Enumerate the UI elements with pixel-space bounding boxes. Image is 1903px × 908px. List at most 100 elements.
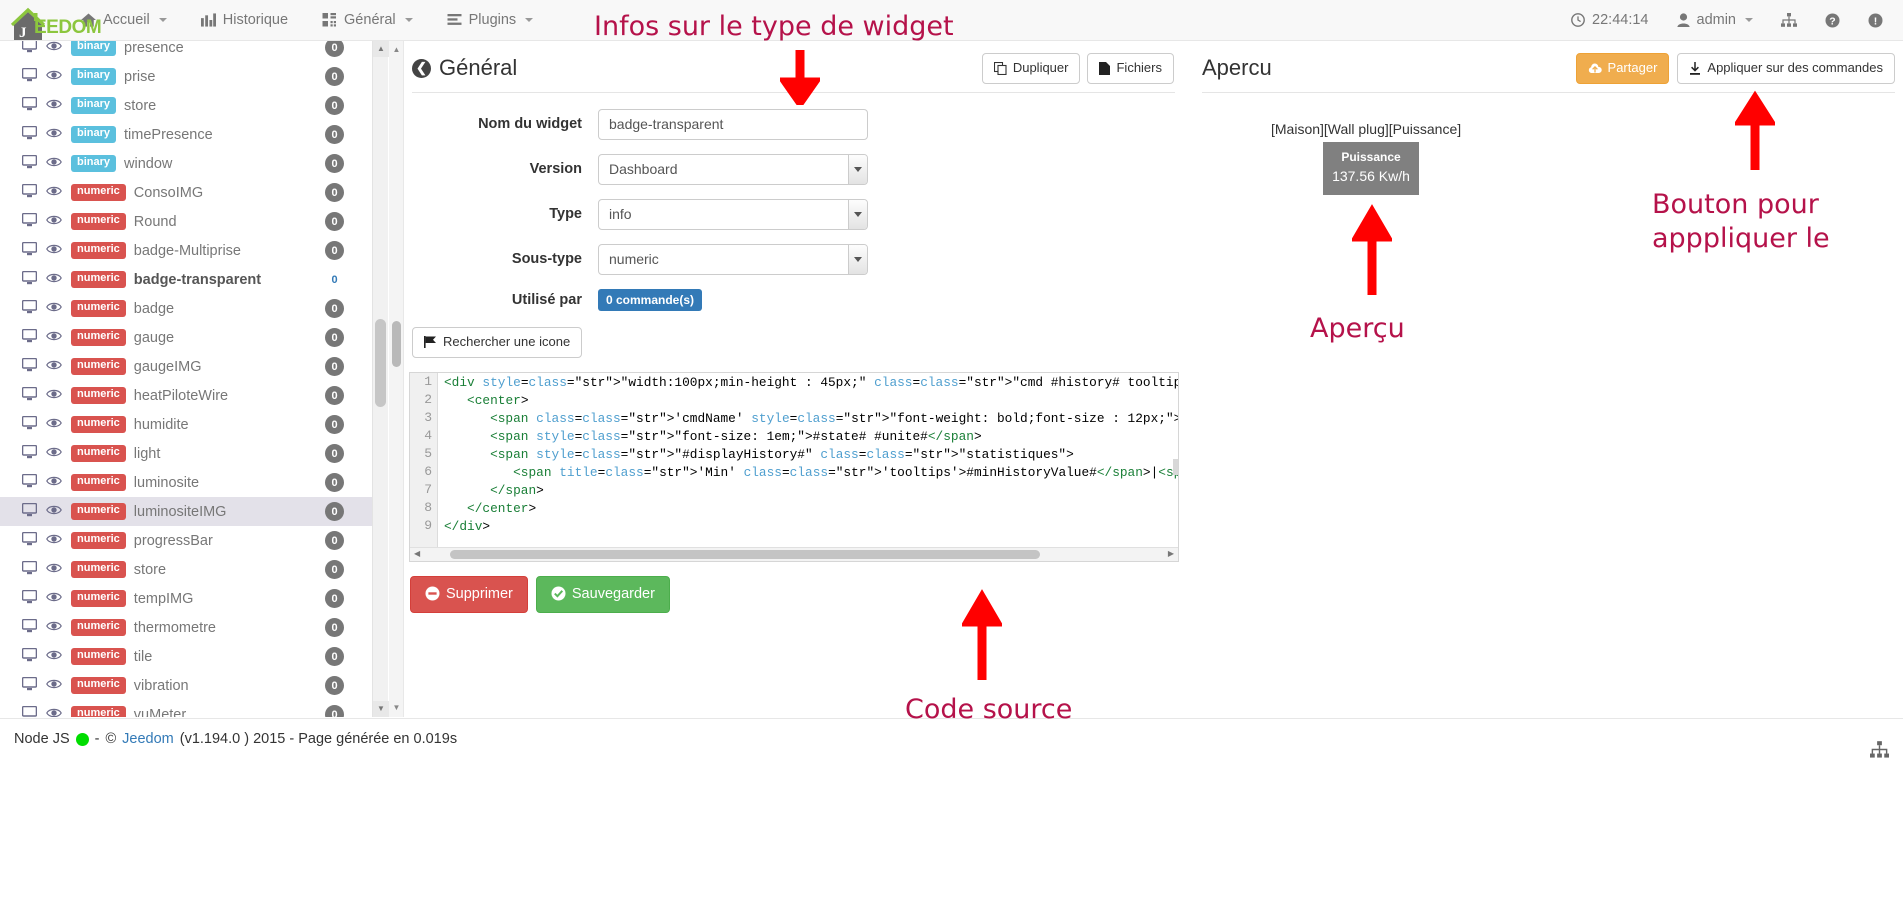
eye-icon[interactable] [46,620,62,636]
eye-icon[interactable] [46,504,62,520]
user-name: admin [1696,12,1737,28]
chevron-down-icon[interactable] [848,244,867,274]
widget-list-item[interactable]: numeric progressBar 0 [0,526,372,555]
info-button[interactable]: ! [1854,0,1897,41]
center-scroll-thumb[interactable] [392,321,401,367]
widget-list-item[interactable]: numeric humidite 0 [0,410,372,439]
widget-list-item[interactable]: binary presence 0 [0,41,372,62]
eye-icon[interactable] [46,330,62,346]
widget-name-input[interactable] [598,108,868,140]
editor-scroll-thumb[interactable] [450,549,1040,559]
version-select[interactable] [598,153,868,185]
widget-list-item[interactable]: numeric gauge 0 [0,323,372,352]
eye-icon[interactable] [46,214,62,230]
scroll-down-icon[interactable]: ▼ [373,701,389,717]
sitemap-button[interactable] [1767,0,1811,41]
scroll-left-icon[interactable]: ◀ [414,549,420,558]
preview-widget-value: 137.56 Kw/h [1332,167,1410,184]
arrow-circle-left-icon[interactable]: ❮ [412,58,431,78]
user-menu[interactable]: admin [1663,0,1768,41]
widget-list-item[interactable]: binary store 0 [0,91,372,120]
scroll-right-icon[interactable]: ▶ [1168,549,1174,558]
eye-icon[interactable] [46,649,62,665]
eye-icon[interactable] [46,417,62,433]
files-button[interactable]: Fichiers [1087,53,1174,84]
save-button[interactable]: Sauvegarder [535,575,670,613]
preview-widget[interactable]: Puissance 137.56 Kw/h [1323,141,1419,195]
search-icon-button[interactable]: Rechercher une icone [412,326,583,358]
eye-icon[interactable] [46,127,62,143]
nav-item-historique[interactable]: Historique [184,0,305,41]
subtype-select-value[interactable] [598,243,868,275]
eye-icon[interactable] [46,591,62,607]
nav-item-general[interactable]: Général [305,0,430,41]
widget-list-item[interactable]: numeric vibration 0 [0,671,372,700]
widget-list-item[interactable]: numeric store 0 [0,555,372,584]
eye-icon[interactable] [46,69,62,85]
eye-icon[interactable] [46,301,62,317]
widget-list-item[interactable]: numeric badge-Multiprise 0 [0,236,372,265]
eye-icon[interactable] [46,359,62,375]
widget-list-item[interactable]: numeric luminosite 0 [0,468,372,497]
editor-horizontal-scrollbar[interactable]: ◀ ▶ [410,546,1178,561]
eye-icon[interactable] [46,98,62,114]
center-scrollbar[interactable]: ▲ ▼ [389,41,404,717]
jeedom-link[interactable]: Jeedom [122,731,174,747]
eye-icon[interactable] [46,475,62,491]
eye-icon[interactable] [46,185,62,201]
type-select[interactable] [598,198,868,230]
delete-button[interactable]: Supprimer [410,575,528,613]
eye-icon[interactable] [46,707,62,718]
widget-list-item[interactable]: numeric light 0 [0,439,372,468]
widget-list-sidebar[interactable]: binary presence 0 binary prise 0 binary store 0 b… [0,41,388,717]
panel-header: ❮ Général Dupliquer Fichiers [404,41,1189,90]
widget-list-item[interactable]: numeric Round 0 [0,207,372,236]
eye-icon[interactable] [46,156,62,172]
duplicate-button[interactable]: Dupliquer [981,53,1081,84]
widget-list-item[interactable]: numeric ConsoIMG 0 [0,178,372,207]
widget-list-item[interactable]: numeric badge 0 [0,294,372,323]
widget-list-item[interactable]: binary prise 0 [0,62,372,91]
help-button[interactable]: ? [1811,0,1854,41]
status-indicator-icon [75,732,89,746]
widget-list-item[interactable]: numeric luminositeIMG 0 [0,497,372,526]
widget-list-item[interactable]: binary window 0 [0,149,372,178]
type-select-value[interactable] [598,198,868,230]
widget-list-item[interactable]: numeric badge-transparent 0 [0,265,372,294]
subtype-select[interactable] [598,243,868,275]
scroll-up-icon[interactable]: ▲ [389,43,404,57]
chevron-down-icon[interactable] [848,199,867,229]
sidebar-scroll-thumb[interactable] [375,319,386,407]
widget-list-item[interactable]: numeric thermometre 0 [0,613,372,642]
eye-icon[interactable] [46,272,62,288]
eye-icon[interactable] [46,446,62,462]
widget-list-item[interactable]: numeric tempIMG 0 [0,584,372,613]
version-select-value[interactable] [598,153,868,185]
editor-resize-handle[interactable] [1173,458,1178,475]
scroll-down-icon[interactable]: ▼ [389,701,404,715]
widget-list-item[interactable]: numeric vuMeter 0 [0,700,372,717]
widget-list-item[interactable]: numeric heatPiloteWire 0 [0,381,372,410]
jeedom-brand-logo[interactable]: J EEDOM [0,0,102,41]
eye-icon[interactable] [46,533,62,549]
scroll-up-icon[interactable]: ▲ [373,41,389,57]
widget-list-item[interactable]: binary timePresence 0 [0,120,372,149]
sidebar-scrollbar[interactable]: ▲ ▼ [372,41,389,717]
nav-label-historique: Historique [222,12,289,28]
chevron-down-icon[interactable] [848,154,867,184]
eye-icon[interactable] [46,41,62,56]
editor-code-content[interactable]: <div style=class="str">"width:100px;min-… [444,373,1178,561]
share-button[interactable]: Partager [1575,53,1670,84]
eye-icon[interactable] [46,562,62,578]
apply-to-commands-button[interactable]: Appliquer sur des commandes [1677,53,1895,84]
widget-usage-count: 0 [325,67,344,86]
sitemap-footer-icon[interactable] [1870,741,1889,759]
widget-list-item[interactable]: numeric gaugeIMG 0 [0,352,372,381]
widget-list-item[interactable]: numeric tile 0 [0,642,372,671]
source-code-editor[interactable]: 1 2 3 4 5 6 7 8 9 <div style=class="str">"width:… [409,371,1179,562]
nav-item-plugins[interactable]: Plugins [430,0,551,41]
eye-icon[interactable] [46,243,62,259]
eye-icon[interactable] [46,388,62,404]
eye-icon[interactable] [46,678,62,694]
used-by-badge[interactable]: 0 commande(s) [598,288,703,311]
